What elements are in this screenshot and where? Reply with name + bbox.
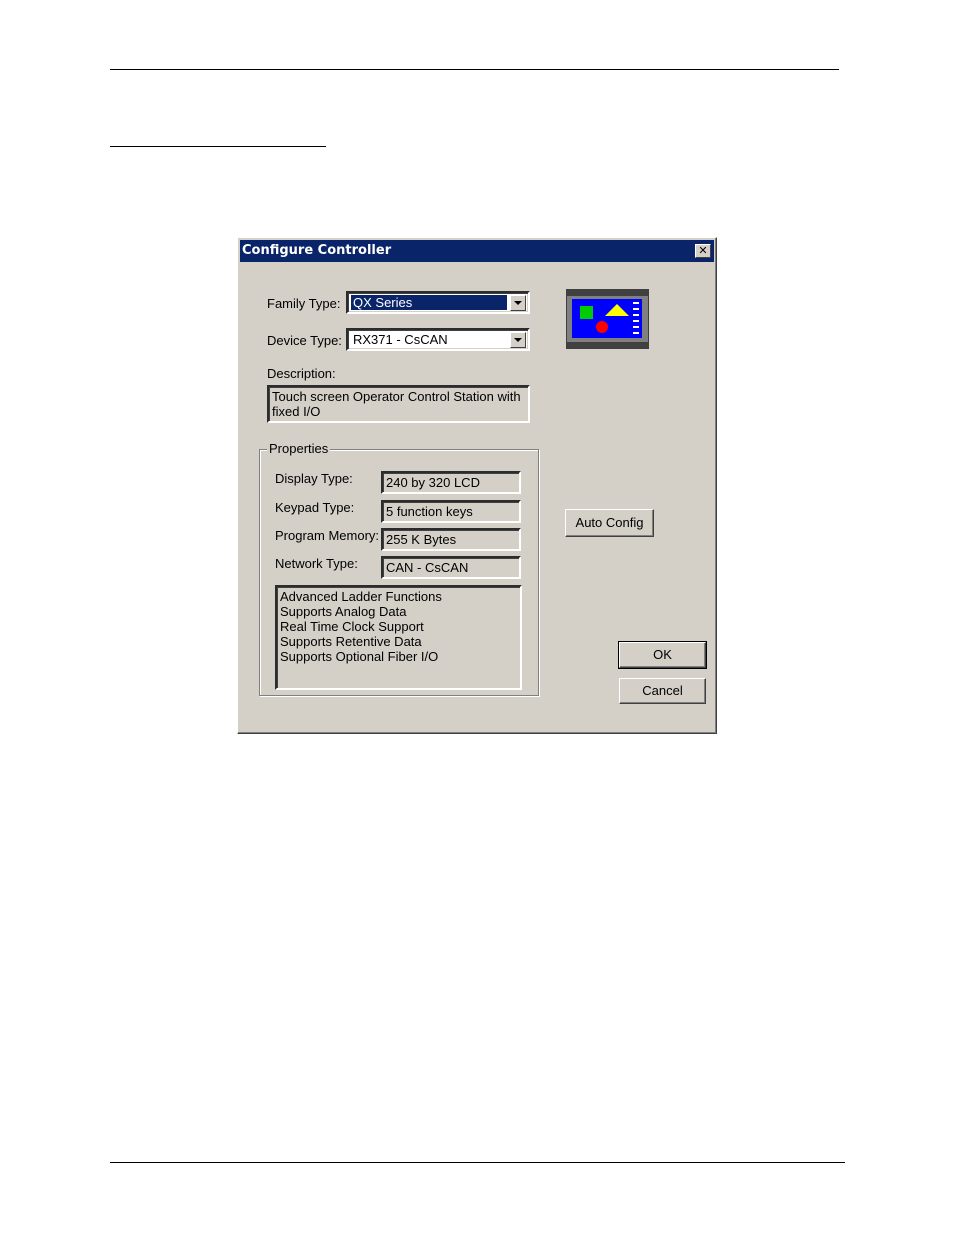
description-field: Touch screen Operator Control Station wi…	[267, 385, 530, 423]
family-type-select[interactable]: QX Series	[346, 291, 530, 314]
family-type-label: Family Type:	[267, 296, 341, 311]
list-item: Supports Retentive Data	[280, 634, 422, 649]
display-type-label: Display Type:	[275, 471, 353, 486]
dialog-title: Configure Controller	[242, 243, 392, 258]
close-icon: ✕	[698, 244, 708, 257]
chevron-down-icon[interactable]	[510, 332, 526, 348]
network-type-field: CAN - CsCAN	[381, 556, 521, 579]
list-item: Supports Analog Data	[280, 604, 407, 619]
program-memory-label: Program Memory:	[275, 528, 380, 543]
header-rule	[110, 69, 839, 70]
device-type-value: RX371 - CsCAN	[353, 332, 448, 347]
keypad-type-field: 5 function keys	[381, 500, 521, 523]
footer-rule	[110, 1162, 845, 1163]
configure-controller-dialog: Configure Controller ✕ Family Type: QX S…	[237, 237, 717, 734]
properties-title: Properties	[267, 441, 331, 456]
chevron-down-icon[interactable]	[510, 295, 526, 311]
family-type-value: QX Series	[351, 295, 507, 310]
device-type-label: Device Type:	[267, 333, 342, 348]
description-line: Touch screen Operator Control Station wi…	[272, 389, 521, 404]
program-memory-value: 255 K Bytes	[386, 532, 457, 547]
controller-device-icon	[566, 289, 649, 349]
device-type-select[interactable]: RX371 - CsCAN	[346, 328, 530, 351]
ok-button[interactable]: OK	[618, 641, 707, 669]
description-label: Description:	[267, 366, 336, 381]
description-line: fixed I/O	[272, 404, 321, 419]
network-type-label: Network Type:	[275, 556, 358, 571]
program-memory-field: 255 K Bytes	[381, 528, 521, 551]
list-item: Real Time Clock Support	[280, 619, 424, 634]
network-type-value: CAN - CsCAN	[386, 560, 469, 575]
close-button[interactable]: ✕	[695, 244, 711, 258]
heading-underline	[110, 146, 326, 147]
list-item: Advanced Ladder Functions	[280, 589, 442, 604]
features-list[interactable]: Advanced Ladder Functions Supports Analo…	[275, 585, 522, 690]
dialog-title-bar[interactable]: Configure Controller ✕	[240, 240, 714, 262]
auto-config-button[interactable]: Auto Config	[565, 509, 654, 537]
cancel-button[interactable]: Cancel	[619, 678, 706, 704]
display-type-value: 240 by 320 LCD	[386, 475, 480, 490]
keypad-type-value: 5 function keys	[386, 504, 473, 519]
list-item: Supports Optional Fiber I/O	[280, 649, 439, 664]
display-type-field: 240 by 320 LCD	[381, 471, 521, 494]
keypad-type-label: Keypad Type:	[275, 500, 355, 515]
